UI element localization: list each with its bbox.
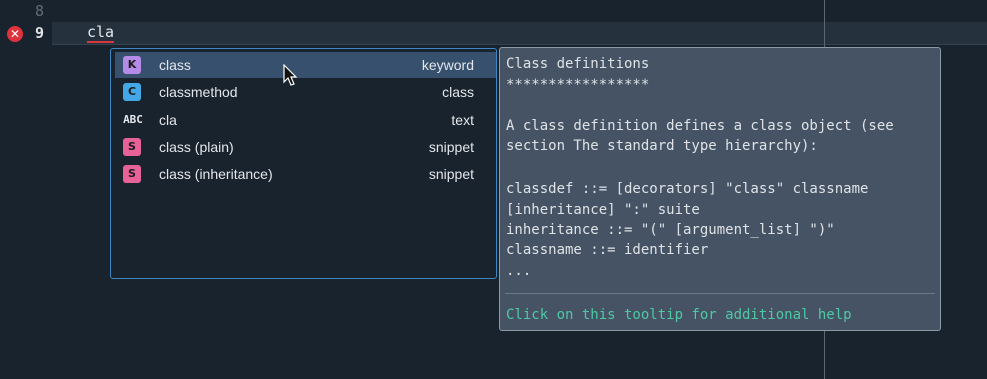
- completion-type: class: [442, 84, 474, 100]
- tooltip-help-link[interactable]: Click on this tooltip for additional hel…: [506, 307, 852, 323]
- completion-label: classmethod: [159, 84, 238, 100]
- completion-item-classmethod[interactable]: C classmethod class: [115, 79, 496, 105]
- completion-list[interactable]: K class keyword C classmethod class ABC …: [110, 48, 497, 279]
- line-number-9: 9: [34, 24, 44, 42]
- completion-label: cla: [159, 112, 177, 128]
- completion-type: text: [451, 112, 474, 128]
- editor-code-text[interactable]: cla: [87, 23, 114, 41]
- documentation-tooltip[interactable]: Class definitions ***************** A cl…: [499, 47, 941, 331]
- completion-item-cla[interactable]: ABC cla text: [115, 107, 496, 133]
- error-underline: [87, 41, 114, 43]
- tooltip-line: inheritance ::= "(" [argument_list] ")": [506, 222, 835, 238]
- tooltip-divider: [505, 293, 935, 294]
- line-number-8: 8: [34, 2, 44, 20]
- tooltip-line: classname ::= identifier: [506, 242, 709, 258]
- completion-label: class (plain): [159, 139, 234, 155]
- completion-item-class-plain[interactable]: S class (plain) snippet: [115, 134, 496, 160]
- snippet-icon: S: [123, 165, 141, 183]
- completion-item-class[interactable]: K class keyword: [115, 52, 496, 78]
- text-icon: ABC: [123, 113, 143, 126]
- current-line-highlight: [52, 22, 987, 45]
- completion-type: snippet: [428, 166, 474, 182]
- mouse-pointer-icon: [283, 64, 298, 86]
- completion-label: class (inheritance): [159, 166, 273, 182]
- completion-type: snippet: [428, 139, 474, 155]
- completion-type: keyword: [421, 57, 474, 73]
- class-icon: C: [123, 83, 141, 101]
- tooltip-line: ...: [506, 263, 532, 279]
- tooltip-line: A class definition defines a class objec…: [506, 118, 894, 134]
- tooltip-line: classdef ::= [decorators] "class" classn…: [506, 181, 869, 197]
- keyword-icon: K: [123, 56, 141, 74]
- tooltip-line: *****************: [506, 77, 650, 93]
- line-number-gutter: 8 ✕ 9: [0, 0, 52, 379]
- completion-item-class-inheritance[interactable]: S class (inheritance) snippet: [115, 161, 496, 187]
- tooltip-line: Class definitions: [506, 56, 650, 72]
- snippet-icon: S: [123, 138, 141, 156]
- tooltip-line: section The standard type hierarchy):: [506, 138, 818, 154]
- completion-label: class: [159, 57, 191, 73]
- tooltip-line: [inheritance] ":" suite: [506, 202, 700, 218]
